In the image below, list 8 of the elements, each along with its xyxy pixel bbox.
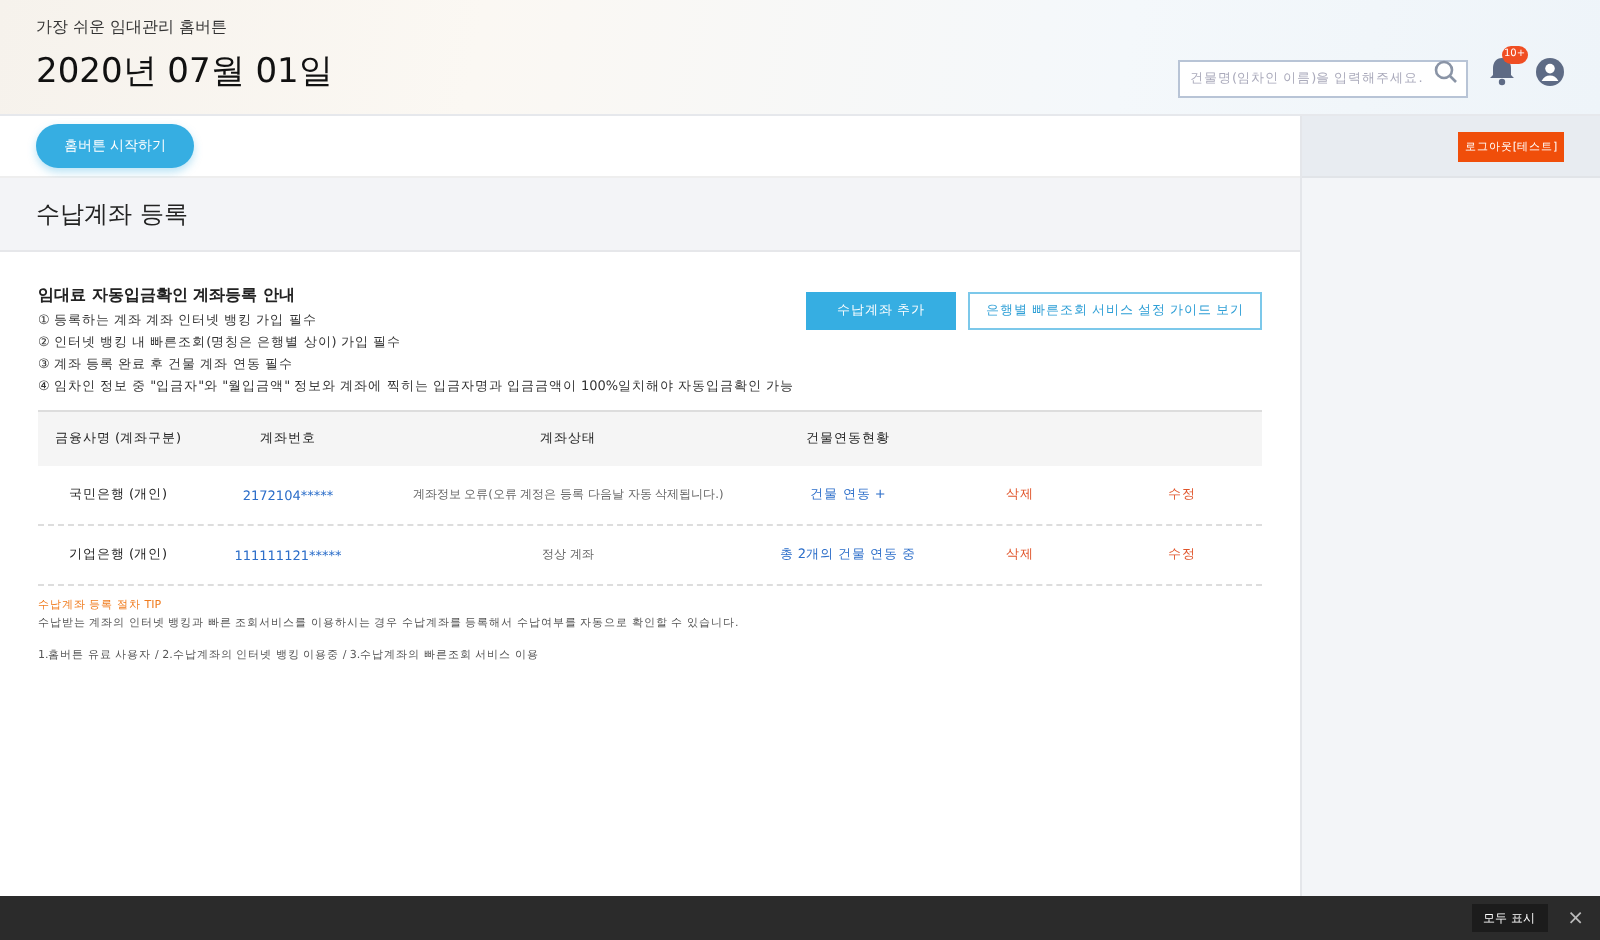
search-icon[interactable] [1434,60,1458,84]
guide-title: 임대료 자동입금확인 계좌등록 안내 [38,284,297,306]
page-title: 수납계좌 등록 [36,197,188,231]
date-title: 2020년 07월 01일 [36,50,333,94]
close-button[interactable]: × [1563,907,1588,929]
tagline: 가장 쉬운 임대관리 홈버튼 [36,16,230,38]
user-avatar-icon[interactable] [1536,57,1564,85]
bell-icon[interactable] [1488,56,1516,86]
